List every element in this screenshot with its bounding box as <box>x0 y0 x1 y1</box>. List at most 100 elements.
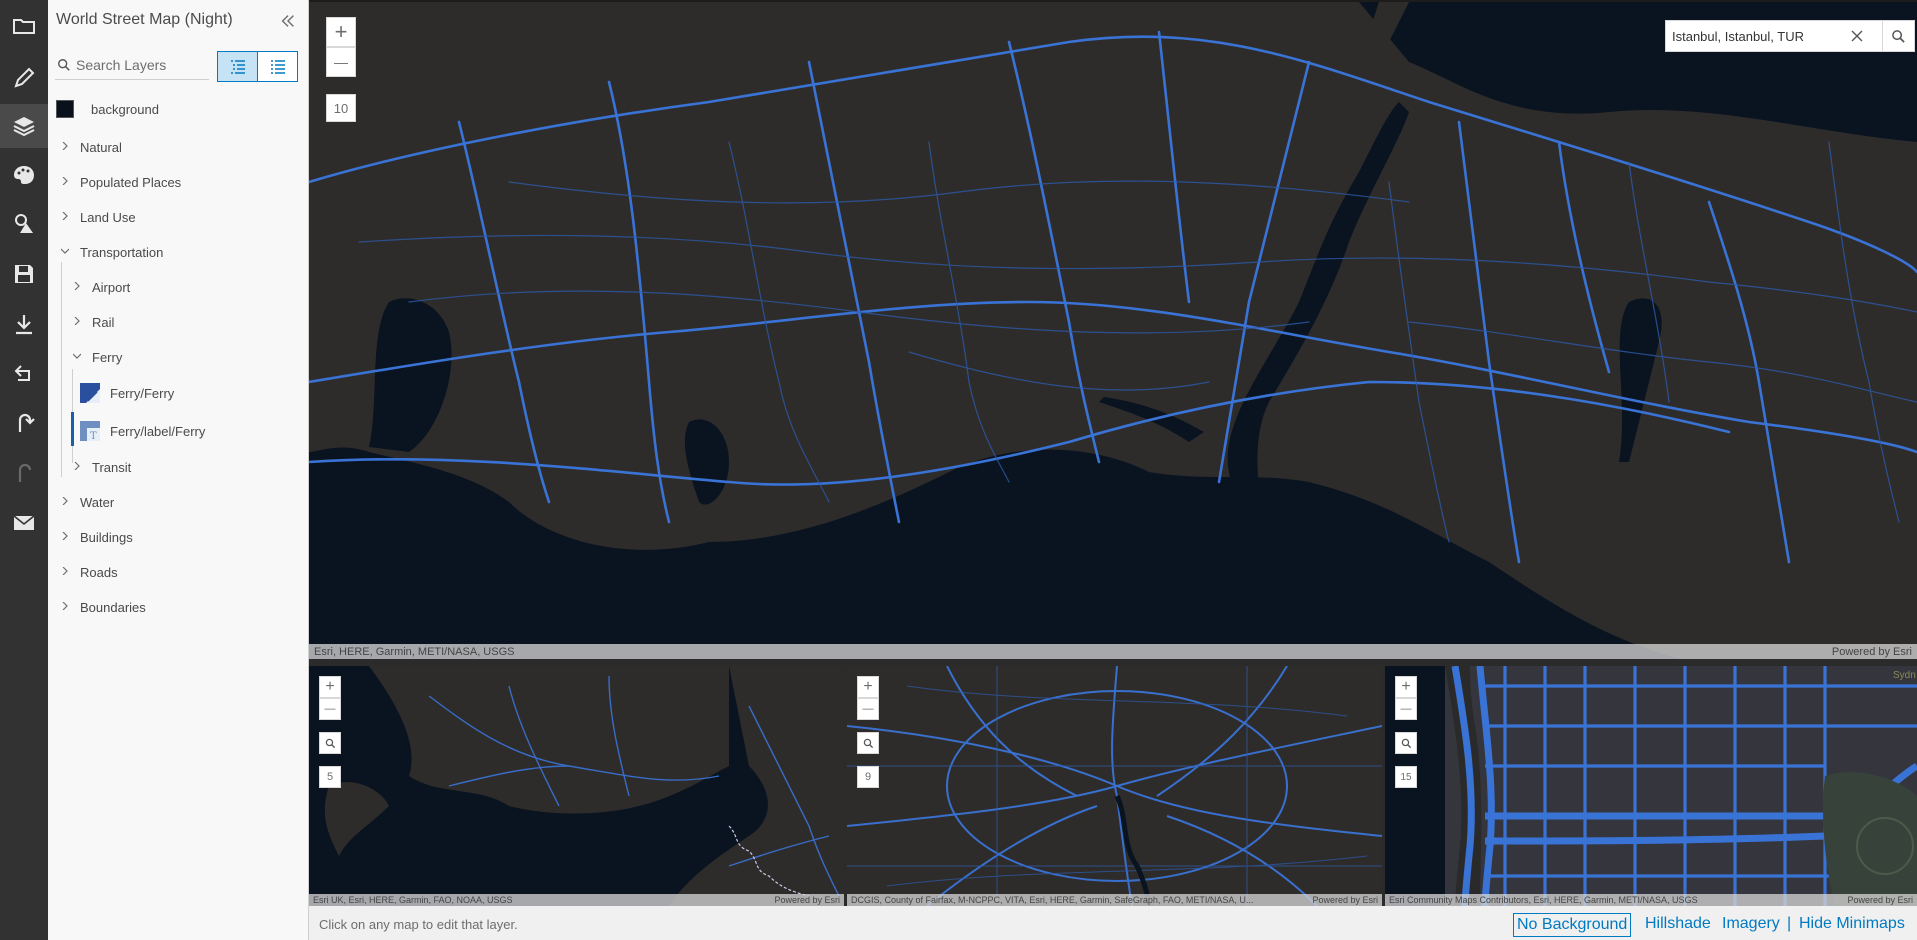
place-search-input[interactable] <box>1672 28 1837 44</box>
chevron-right-icon <box>61 496 71 508</box>
minimap-zoom-in[interactable]: + <box>319 676 341 698</box>
no-background-option[interactable]: No Background <box>1513 913 1632 937</box>
main-map[interactable]: + — 10 Esri, HERE, Garmin, METI/NASA, US… <box>309 0 1917 659</box>
undo-button[interactable] <box>0 401 48 445</box>
zoom-out-label: — <box>862 703 874 715</box>
group-label: Boundaries <box>80 599 146 615</box>
group-buildings[interactable]: Buildings <box>61 527 133 547</box>
map-place-label: Sydn <box>1893 670 1916 681</box>
chevron-right-icon <box>73 281 83 293</box>
minimap-search-button[interactable] <box>857 732 879 754</box>
minimap-sydney[interactable]: + — 15 Sydn Esri Community Maps Contribu… <box>1385 666 1917 906</box>
chevron-right-icon <box>73 461 83 473</box>
background-color-swatch[interactable] <box>56 100 74 118</box>
group-label: Airport <box>92 279 131 295</box>
undo-icon <box>18 413 35 432</box>
label-layer-icon: T <box>80 421 100 442</box>
minimap-zoom-level: 5 <box>319 766 341 788</box>
chevron-right-icon <box>61 531 71 543</box>
redo-icon <box>18 463 32 482</box>
line-layer-icon <box>80 383 100 403</box>
group-airport[interactable]: Airport <box>73 277 130 297</box>
group-rail[interactable]: Rail <box>73 312 114 332</box>
edit-button[interactable] <box>0 56 48 100</box>
minimap-zoom-level: 15 <box>1395 766 1417 788</box>
layer-label: Ferry/label/Ferry <box>110 423 206 439</box>
background-layer[interactable]: background <box>56 100 159 118</box>
open-button[interactable] <box>0 4 48 48</box>
minimap-attribution: Esri Community Maps Contributors, Esri, … <box>1385 894 1917 906</box>
share-icon <box>14 365 30 381</box>
hide-minimaps-button[interactable]: Hide Minimaps <box>1799 913 1905 937</box>
search-submit-button[interactable] <box>1883 20 1915 52</box>
chevron-right-icon <box>61 176 71 188</box>
minimap-search-button[interactable] <box>1395 732 1417 754</box>
layers-panel: World Street Map (Night) background Natu… <box>48 0 309 940</box>
background-layer-label: background <box>91 101 159 117</box>
minimap-zoom-in[interactable]: + <box>857 676 879 698</box>
group-roads[interactable]: Roads <box>61 562 118 582</box>
group-transit[interactable]: Transit <box>73 457 131 477</box>
attribution-text: DCGIS, County of Fairfax, M-NCPPC, VITA,… <box>851 895 1254 905</box>
group-label: Roads <box>80 564 118 580</box>
collapse-panel-button[interactable] <box>279 12 299 32</box>
zoom-out-label: — <box>324 703 336 715</box>
minimap-washington[interactable]: + — 9 DCGIS, County of Fairfax, M-NCPPC,… <box>847 666 1382 906</box>
feedback-button[interactable] <box>0 501 48 545</box>
option-separator: | <box>1787 915 1792 932</box>
chevron-right-icon <box>61 211 71 223</box>
minimap-attribution: Esri UK, Esri, HERE, Garmin, FAO, NOAA, … <box>309 894 844 906</box>
list-view-button[interactable] <box>257 51 298 82</box>
sprites-button[interactable] <box>0 202 48 246</box>
redo-button[interactable] <box>0 451 48 495</box>
layer-ferry-label-ferry[interactable]: T Ferry/label/Ferry <box>80 421 206 442</box>
folder-icon <box>13 19 35 34</box>
group-boundaries[interactable]: Boundaries <box>61 597 146 617</box>
style-button[interactable] <box>0 153 48 197</box>
imagery-option[interactable]: Imagery <box>1722 913 1780 937</box>
download-button[interactable] <box>0 302 48 346</box>
pencil-icon <box>14 67 35 88</box>
minimap-zoom-out[interactable]: — <box>1395 698 1417 720</box>
footer-hint: Click on any map to edit that layer. <box>319 917 518 932</box>
zoom-out-button[interactable]: — <box>326 47 356 77</box>
map-attribution: Esri, HERE, Garmin, METI/NASA, USGS Powe… <box>309 644 1917 659</box>
minimap-zoom-out[interactable]: — <box>319 698 341 720</box>
minimap-canvas[interactable] <box>1385 666 1917 906</box>
group-label: Transit <box>92 459 132 475</box>
search-icon <box>325 738 335 748</box>
minimap-zoom-out[interactable]: — <box>857 698 879 720</box>
share-button[interactable] <box>0 351 48 395</box>
group-transportation[interactable]: Transportation <box>60 242 164 262</box>
chevron-right-icon <box>61 566 71 578</box>
clear-search-button[interactable] <box>1847 26 1867 46</box>
group-populated-places[interactable]: Populated Places <box>61 172 181 192</box>
place-search <box>1665 20 1883 52</box>
zoom-in-label: + <box>325 678 335 695</box>
group-water[interactable]: Water <box>61 492 114 512</box>
group-label: Populated Places <box>80 174 182 190</box>
search-icon <box>1401 738 1411 748</box>
tree-view-button[interactable] <box>217 51 258 82</box>
group-land-use[interactable]: Land Use <box>61 207 136 227</box>
minimap-canvas[interactable] <box>847 666 1382 906</box>
minimap-canvas[interactable] <box>309 666 844 906</box>
minimap-uk[interactable]: + — 5 Esri UK, Esri, HERE, Garmin, FAO, … <box>309 666 844 906</box>
group-natural[interactable]: Natural <box>61 137 122 157</box>
zoom-out-label: — <box>1400 703 1412 715</box>
group-ferry[interactable]: Ferry <box>72 347 122 367</box>
footer-bar: Click on any map to edit that layer. No … <box>309 906 1917 940</box>
map-canvas[interactable] <box>309 2 1917 659</box>
image-shapes-icon <box>15 214 33 233</box>
minimap-search-button[interactable] <box>319 732 341 754</box>
search-layers-input[interactable] <box>76 56 206 73</box>
minimap-zoom-in[interactable]: + <box>1395 676 1417 698</box>
layer-label: Ferry/Ferry <box>110 385 175 401</box>
zoom-in-button[interactable]: + <box>326 17 356 47</box>
layers-button[interactable] <box>0 104 48 148</box>
hillshade-option[interactable]: Hillshade <box>1645 913 1711 937</box>
group-label: Transportation <box>80 244 164 260</box>
save-button[interactable] <box>0 252 48 296</box>
layer-ferry-ferry[interactable]: Ferry/Ferry <box>80 383 174 403</box>
layer-search <box>55 50 209 80</box>
